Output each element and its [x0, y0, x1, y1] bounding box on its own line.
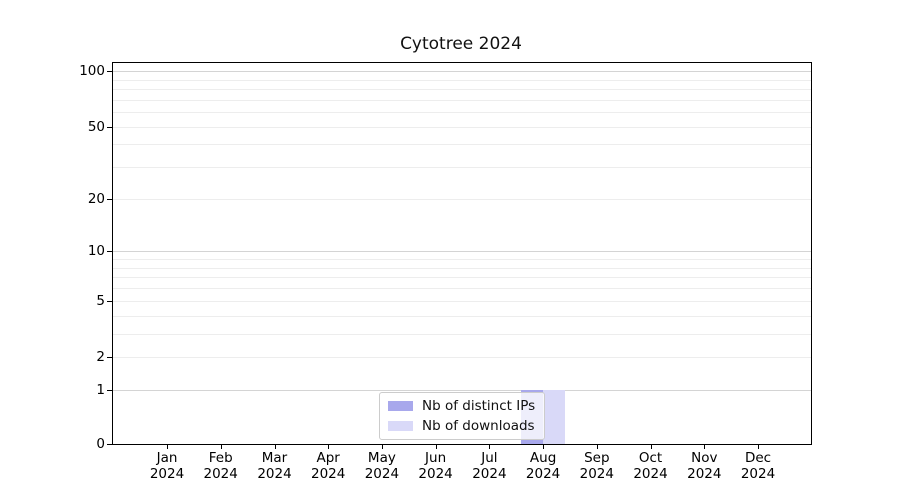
- y-gridline-minor: [113, 277, 811, 278]
- x-tick-mark: [651, 444, 652, 449]
- y-gridline-minor: [113, 259, 811, 260]
- y-tick-mark: [107, 127, 112, 128]
- y-gridline-major: [113, 390, 811, 391]
- y-gridline-minor: [113, 144, 811, 145]
- y-tick-label: 50: [59, 118, 105, 136]
- y-gridline-minor: [113, 127, 811, 128]
- legend-item-distinct-ips: Nb of distinct IPs: [388, 398, 535, 414]
- y-tick-label: 100: [59, 62, 105, 80]
- legend-label-downloads: Nb of downloads: [422, 418, 535, 434]
- x-tick-mark: [382, 444, 383, 449]
- y-gridline-minor: [113, 112, 811, 113]
- y-gridline-minor: [113, 89, 811, 90]
- x-tick-mark: [597, 444, 598, 449]
- y-tick-mark: [107, 301, 112, 302]
- y-tick-label: 10: [59, 242, 105, 260]
- x-tick-mark: [221, 444, 222, 449]
- plot-area: Nb of distinct IPs Nb of downloads 01251…: [112, 62, 812, 445]
- y-tick-mark: [107, 199, 112, 200]
- bar-nb-of-downloads: [543, 390, 565, 444]
- y-gridline-minor: [113, 334, 811, 335]
- y-tick-mark: [107, 444, 112, 445]
- x-tick-year: 2024: [726, 467, 790, 483]
- x-tick-month: Dec: [726, 451, 790, 467]
- y-tick-mark: [107, 71, 112, 72]
- figure: Cytotree 2024 Nb of distinct IPs Nb of d…: [0, 0, 900, 500]
- y-tick-label: 0: [59, 435, 105, 453]
- x-tick-mark: [436, 444, 437, 449]
- y-tick-label: 5: [59, 292, 105, 310]
- y-gridline-minor: [113, 268, 811, 269]
- y-tick-mark: [107, 251, 112, 252]
- legend-swatch-distinct-ips: [388, 401, 413, 411]
- x-tick-mark: [275, 444, 276, 449]
- y-tick-mark: [107, 357, 112, 358]
- y-gridline-minor: [113, 80, 811, 81]
- y-gridline-minor: [113, 316, 811, 317]
- x-tick-mark: [167, 444, 168, 449]
- y-gridline-minor: [113, 100, 811, 101]
- y-tick-label: 1: [59, 381, 105, 399]
- x-tick-mark: [328, 444, 329, 449]
- y-gridline-minor: [113, 288, 811, 289]
- y-gridline-minor: [113, 199, 811, 200]
- legend-swatch-downloads: [388, 421, 413, 431]
- y-gridline-major: [113, 71, 811, 72]
- legend-item-downloads: Nb of downloads: [388, 418, 535, 434]
- y-gridline-minor: [113, 301, 811, 302]
- x-tick-mark: [489, 444, 490, 449]
- y-tick-mark: [107, 390, 112, 391]
- legend: Nb of distinct IPs Nb of downloads: [379, 392, 545, 440]
- legend-label-distinct-ips: Nb of distinct IPs: [422, 398, 535, 414]
- x-tick-mark: [758, 444, 759, 449]
- y-gridline-minor: [113, 167, 811, 168]
- y-tick-label: 2: [59, 348, 105, 366]
- x-tick-mark: [543, 444, 544, 449]
- chart-title: Cytotree 2024: [112, 34, 810, 54]
- x-tick-label: Dec2024: [726, 451, 790, 482]
- y-gridline-major: [113, 251, 811, 252]
- x-tick-mark: [704, 444, 705, 449]
- y-tick-label: 20: [59, 190, 105, 208]
- y-gridline-minor: [113, 357, 811, 358]
